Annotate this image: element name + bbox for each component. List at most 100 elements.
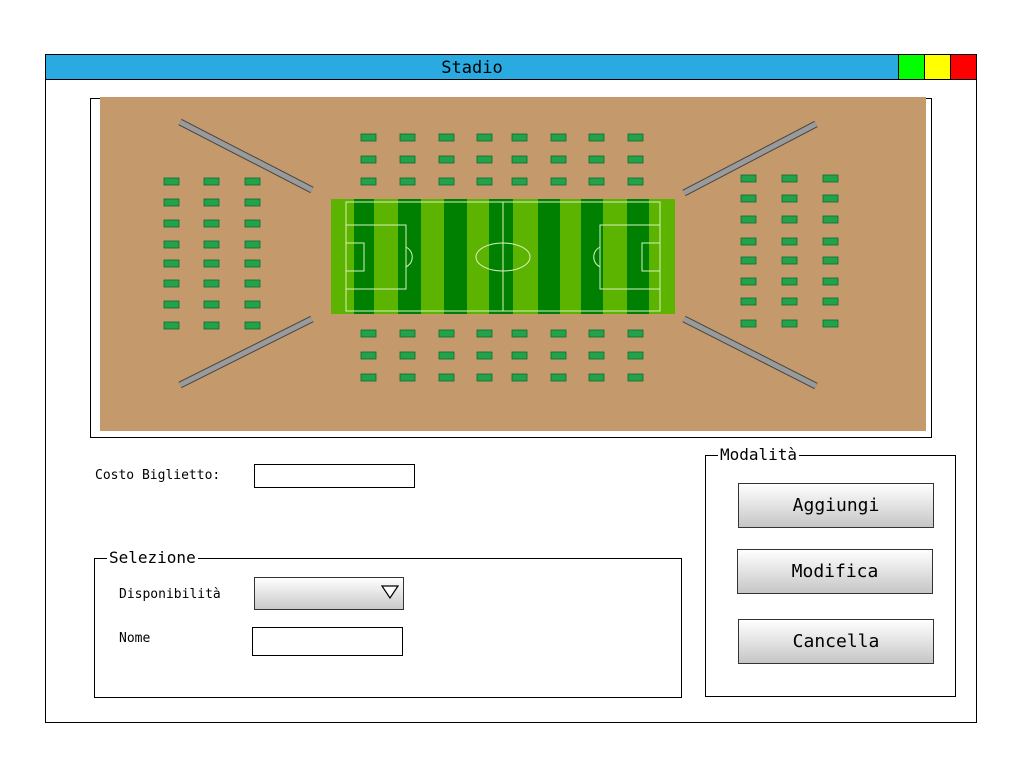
seat <box>163 219 180 228</box>
selection-legend: Selezione <box>107 548 198 568</box>
seat <box>399 155 416 164</box>
seat <box>627 351 644 360</box>
mode-legend: Modalità <box>718 445 800 465</box>
football-pitch <box>331 199 675 314</box>
seat <box>399 329 416 338</box>
seat <box>822 319 839 328</box>
seat <box>399 373 416 382</box>
seat <box>511 373 528 382</box>
seat <box>781 256 798 265</box>
maximize-button[interactable] <box>898 55 924 79</box>
seat <box>244 279 261 288</box>
seat <box>550 351 567 360</box>
seat <box>203 240 220 249</box>
seat <box>360 155 377 164</box>
seat <box>550 373 567 382</box>
seat <box>781 237 798 246</box>
seat <box>438 133 455 142</box>
add-button[interactable]: Aggiungi <box>738 483 934 528</box>
seat <box>203 198 220 207</box>
window-title: Stadio <box>441 58 503 78</box>
seat <box>399 351 416 360</box>
title-bar[interactable]: Stadio <box>46 55 976 80</box>
seat <box>360 329 377 338</box>
seat <box>740 174 757 183</box>
pitch-stripe <box>489 199 513 314</box>
seat <box>627 177 644 186</box>
seat <box>476 351 493 360</box>
seat <box>244 259 261 268</box>
seat <box>244 240 261 249</box>
seat <box>627 373 644 382</box>
seat <box>438 351 455 360</box>
seat <box>438 373 455 382</box>
seat <box>203 279 220 288</box>
seat <box>627 329 644 338</box>
minimize-button[interactable] <box>924 55 950 79</box>
seat <box>511 329 528 338</box>
seat <box>163 198 180 207</box>
seat <box>550 133 567 142</box>
seat <box>822 297 839 306</box>
seat <box>740 194 757 203</box>
availability-label: Disponibilità <box>119 587 221 602</box>
seat <box>163 279 180 288</box>
seat <box>244 321 261 330</box>
seat <box>588 329 605 338</box>
ticket-cost-label: Costo Biglietto: <box>95 468 221 483</box>
name-label: Nome <box>119 631 151 646</box>
seat <box>781 277 798 286</box>
seat <box>740 319 757 328</box>
seat <box>822 277 839 286</box>
seat <box>781 297 798 306</box>
seat <box>244 198 261 207</box>
seat <box>360 373 377 382</box>
seat <box>781 319 798 328</box>
name-input[interactable] <box>252 627 403 656</box>
seat <box>822 215 839 224</box>
selection-group: Selezione Disponibilità Nome <box>94 548 682 698</box>
seat <box>438 155 455 164</box>
seat <box>399 133 416 142</box>
edit-button[interactable]: Modifica <box>737 549 933 594</box>
seat <box>588 373 605 382</box>
seat <box>550 155 567 164</box>
seat <box>511 155 528 164</box>
seat <box>627 133 644 142</box>
seat <box>511 133 528 142</box>
pitch-stripe <box>538 199 560 314</box>
seat <box>740 297 757 306</box>
seat <box>438 177 455 186</box>
seat <box>360 177 377 186</box>
chevron-down-icon <box>381 585 399 599</box>
seat <box>203 300 220 309</box>
seat <box>244 300 261 309</box>
seat <box>550 177 567 186</box>
pitch-stripe <box>398 199 421 314</box>
stadium-map <box>100 97 926 431</box>
close-button[interactable] <box>950 55 976 79</box>
seat <box>822 256 839 265</box>
seat <box>203 177 220 186</box>
delete-button[interactable]: Cancella <box>738 619 934 664</box>
seat <box>588 133 605 142</box>
seat <box>360 133 377 142</box>
stadium-map-panel <box>90 97 932 438</box>
seat <box>203 259 220 268</box>
seat <box>822 174 839 183</box>
seat <box>740 277 757 286</box>
seat <box>627 155 644 164</box>
ticket-cost-input[interactable] <box>254 464 415 488</box>
stadium-window: Stadio Costo Biglietto: Selezione Dispon… <box>45 54 977 723</box>
seat <box>203 321 220 330</box>
availability-dropdown[interactable] <box>254 577 404 610</box>
seat <box>781 194 798 203</box>
seat <box>163 177 180 186</box>
seat <box>511 177 528 186</box>
seat <box>244 177 261 186</box>
seat <box>588 177 605 186</box>
seat <box>244 219 261 228</box>
seat <box>476 329 493 338</box>
seat <box>476 177 493 186</box>
seat <box>476 373 493 382</box>
